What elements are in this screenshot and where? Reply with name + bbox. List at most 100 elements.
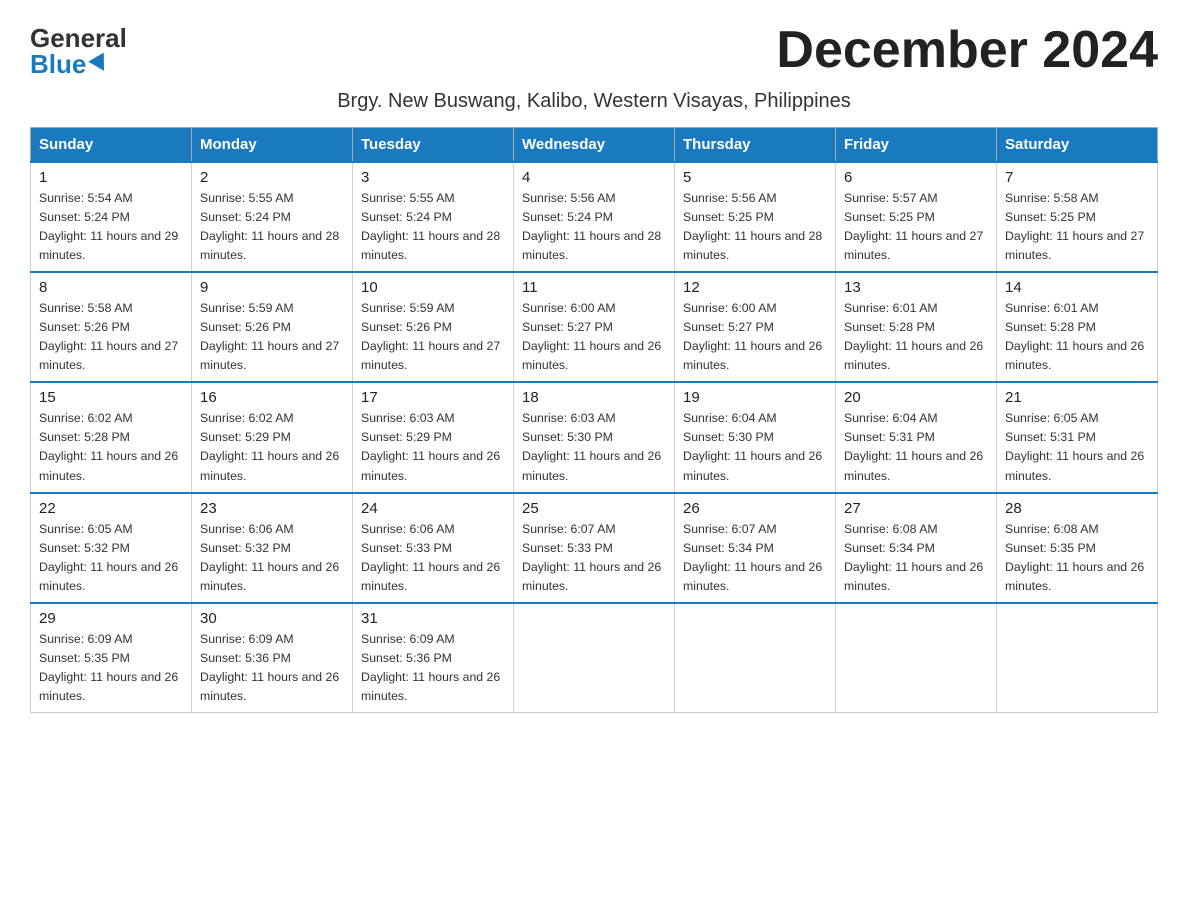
day-info: Sunrise: 6:04 AMSunset: 5:31 PMDaylight:… <box>844 411 983 482</box>
day-number: 23 <box>200 500 344 517</box>
calendar-cell <box>836 603 997 713</box>
day-info: Sunrise: 6:00 AMSunset: 5:27 PMDaylight:… <box>522 301 661 372</box>
day-info: Sunrise: 6:02 AMSunset: 5:28 PMDaylight:… <box>39 411 178 482</box>
day-info: Sunrise: 5:59 AMSunset: 5:26 PMDaylight:… <box>361 301 500 372</box>
day-number: 5 <box>683 169 827 186</box>
day-number: 30 <box>200 610 344 627</box>
calendar-cell: 24 Sunrise: 6:06 AMSunset: 5:33 PMDaylig… <box>353 493 514 603</box>
location-subtitle: Brgy. New Buswang, Kalibo, Western Visay… <box>30 90 1158 113</box>
day-number: 4 <box>522 169 666 186</box>
day-info: Sunrise: 5:56 AMSunset: 5:24 PMDaylight:… <box>522 191 661 262</box>
day-info: Sunrise: 6:08 AMSunset: 5:35 PMDaylight:… <box>1005 522 1144 593</box>
day-number: 2 <box>200 169 344 186</box>
day-info: Sunrise: 5:56 AMSunset: 5:25 PMDaylight:… <box>683 191 822 262</box>
day-number: 31 <box>361 610 505 627</box>
day-number: 20 <box>844 389 988 406</box>
weekday-header-wednesday: Wednesday <box>514 128 675 163</box>
logo-general-text: General <box>30 25 127 51</box>
calendar-cell: 23 Sunrise: 6:06 AMSunset: 5:32 PMDaylig… <box>192 493 353 603</box>
calendar-cell: 31 Sunrise: 6:09 AMSunset: 5:36 PMDaylig… <box>353 603 514 713</box>
day-info: Sunrise: 5:57 AMSunset: 5:25 PMDaylight:… <box>844 191 983 262</box>
calendar-table: SundayMondayTuesdayWednesdayThursdayFrid… <box>30 127 1158 713</box>
calendar-cell: 16 Sunrise: 6:02 AMSunset: 5:29 PMDaylig… <box>192 382 353 492</box>
day-number: 22 <box>39 500 183 517</box>
logo-blue-text: Blue <box>30 51 109 77</box>
day-number: 11 <box>522 279 666 296</box>
calendar-cell: 19 Sunrise: 6:04 AMSunset: 5:30 PMDaylig… <box>675 382 836 492</box>
day-number: 29 <box>39 610 183 627</box>
calendar-cell: 29 Sunrise: 6:09 AMSunset: 5:35 PMDaylig… <box>31 603 192 713</box>
calendar-cell: 15 Sunrise: 6:02 AMSunset: 5:28 PMDaylig… <box>31 382 192 492</box>
day-number: 27 <box>844 500 988 517</box>
weekday-header-tuesday: Tuesday <box>353 128 514 163</box>
calendar-cell: 1 Sunrise: 5:54 AMSunset: 5:24 PMDayligh… <box>31 162 192 272</box>
calendar-week-row: 8 Sunrise: 5:58 AMSunset: 5:26 PMDayligh… <box>31 272 1158 382</box>
weekday-header-row: SundayMondayTuesdayWednesdayThursdayFrid… <box>31 128 1158 163</box>
calendar-cell: 22 Sunrise: 6:05 AMSunset: 5:32 PMDaylig… <box>31 493 192 603</box>
logo: General Blue <box>30 20 127 77</box>
day-number: 24 <box>361 500 505 517</box>
calendar-cell: 25 Sunrise: 6:07 AMSunset: 5:33 PMDaylig… <box>514 493 675 603</box>
calendar-cell: 3 Sunrise: 5:55 AMSunset: 5:24 PMDayligh… <box>353 162 514 272</box>
day-info: Sunrise: 6:02 AMSunset: 5:29 PMDaylight:… <box>200 411 339 482</box>
day-info: Sunrise: 6:03 AMSunset: 5:30 PMDaylight:… <box>522 411 661 482</box>
day-info: Sunrise: 6:05 AMSunset: 5:31 PMDaylight:… <box>1005 411 1144 482</box>
day-info: Sunrise: 5:58 AMSunset: 5:25 PMDaylight:… <box>1005 191 1144 262</box>
calendar-week-row: 15 Sunrise: 6:02 AMSunset: 5:28 PMDaylig… <box>31 382 1158 492</box>
calendar-week-row: 22 Sunrise: 6:05 AMSunset: 5:32 PMDaylig… <box>31 493 1158 603</box>
day-info: Sunrise: 6:09 AMSunset: 5:36 PMDaylight:… <box>361 632 500 703</box>
day-info: Sunrise: 6:01 AMSunset: 5:28 PMDaylight:… <box>1005 301 1144 372</box>
calendar-cell: 8 Sunrise: 5:58 AMSunset: 5:26 PMDayligh… <box>31 272 192 382</box>
day-info: Sunrise: 5:55 AMSunset: 5:24 PMDaylight:… <box>200 191 339 262</box>
day-info: Sunrise: 6:07 AMSunset: 5:33 PMDaylight:… <box>522 522 661 593</box>
calendar-cell: 13 Sunrise: 6:01 AMSunset: 5:28 PMDaylig… <box>836 272 997 382</box>
calendar-cell: 6 Sunrise: 5:57 AMSunset: 5:25 PMDayligh… <box>836 162 997 272</box>
calendar-week-row: 1 Sunrise: 5:54 AMSunset: 5:24 PMDayligh… <box>31 162 1158 272</box>
day-info: Sunrise: 5:59 AMSunset: 5:26 PMDaylight:… <box>200 301 339 372</box>
calendar-cell: 17 Sunrise: 6:03 AMSunset: 5:29 PMDaylig… <box>353 382 514 492</box>
day-number: 15 <box>39 389 183 406</box>
calendar-cell <box>514 603 675 713</box>
calendar-cell: 21 Sunrise: 6:05 AMSunset: 5:31 PMDaylig… <box>997 382 1158 492</box>
calendar-cell: 20 Sunrise: 6:04 AMSunset: 5:31 PMDaylig… <box>836 382 997 492</box>
day-info: Sunrise: 5:55 AMSunset: 5:24 PMDaylight:… <box>361 191 500 262</box>
day-info: Sunrise: 6:08 AMSunset: 5:34 PMDaylight:… <box>844 522 983 593</box>
day-info: Sunrise: 6:01 AMSunset: 5:28 PMDaylight:… <box>844 301 983 372</box>
day-info: Sunrise: 5:58 AMSunset: 5:26 PMDaylight:… <box>39 301 178 372</box>
day-info: Sunrise: 6:09 AMSunset: 5:35 PMDaylight:… <box>39 632 178 703</box>
calendar-cell: 5 Sunrise: 5:56 AMSunset: 5:25 PMDayligh… <box>675 162 836 272</box>
day-number: 12 <box>683 279 827 296</box>
calendar-cell: 10 Sunrise: 5:59 AMSunset: 5:26 PMDaylig… <box>353 272 514 382</box>
calendar-cell <box>997 603 1158 713</box>
day-number: 17 <box>361 389 505 406</box>
day-number: 9 <box>200 279 344 296</box>
day-info: Sunrise: 6:03 AMSunset: 5:29 PMDaylight:… <box>361 411 500 482</box>
weekday-header-sunday: Sunday <box>31 128 192 163</box>
calendar-cell: 2 Sunrise: 5:55 AMSunset: 5:24 PMDayligh… <box>192 162 353 272</box>
day-info: Sunrise: 6:04 AMSunset: 5:30 PMDaylight:… <box>683 411 822 482</box>
weekday-header-thursday: Thursday <box>675 128 836 163</box>
day-number: 25 <box>522 500 666 517</box>
page-header: General Blue December 2024 <box>30 20 1158 80</box>
weekday-header-monday: Monday <box>192 128 353 163</box>
day-info: Sunrise: 6:06 AMSunset: 5:33 PMDaylight:… <box>361 522 500 593</box>
calendar-cell: 27 Sunrise: 6:08 AMSunset: 5:34 PMDaylig… <box>836 493 997 603</box>
weekday-header-saturday: Saturday <box>997 128 1158 163</box>
day-info: Sunrise: 6:09 AMSunset: 5:36 PMDaylight:… <box>200 632 339 703</box>
day-info: Sunrise: 6:00 AMSunset: 5:27 PMDaylight:… <box>683 301 822 372</box>
calendar-cell: 11 Sunrise: 6:00 AMSunset: 5:27 PMDaylig… <box>514 272 675 382</box>
weekday-header-friday: Friday <box>836 128 997 163</box>
day-number: 3 <box>361 169 505 186</box>
calendar-week-row: 29 Sunrise: 6:09 AMSunset: 5:35 PMDaylig… <box>31 603 1158 713</box>
month-title: December 2024 <box>776 20 1158 80</box>
day-number: 8 <box>39 279 183 296</box>
day-number: 21 <box>1005 389 1149 406</box>
day-number: 28 <box>1005 500 1149 517</box>
day-number: 16 <box>200 389 344 406</box>
day-number: 26 <box>683 500 827 517</box>
day-info: Sunrise: 5:54 AMSunset: 5:24 PMDaylight:… <box>39 191 178 262</box>
calendar-cell: 14 Sunrise: 6:01 AMSunset: 5:28 PMDaylig… <box>997 272 1158 382</box>
day-number: 19 <box>683 389 827 406</box>
day-number: 18 <box>522 389 666 406</box>
calendar-cell: 26 Sunrise: 6:07 AMSunset: 5:34 PMDaylig… <box>675 493 836 603</box>
